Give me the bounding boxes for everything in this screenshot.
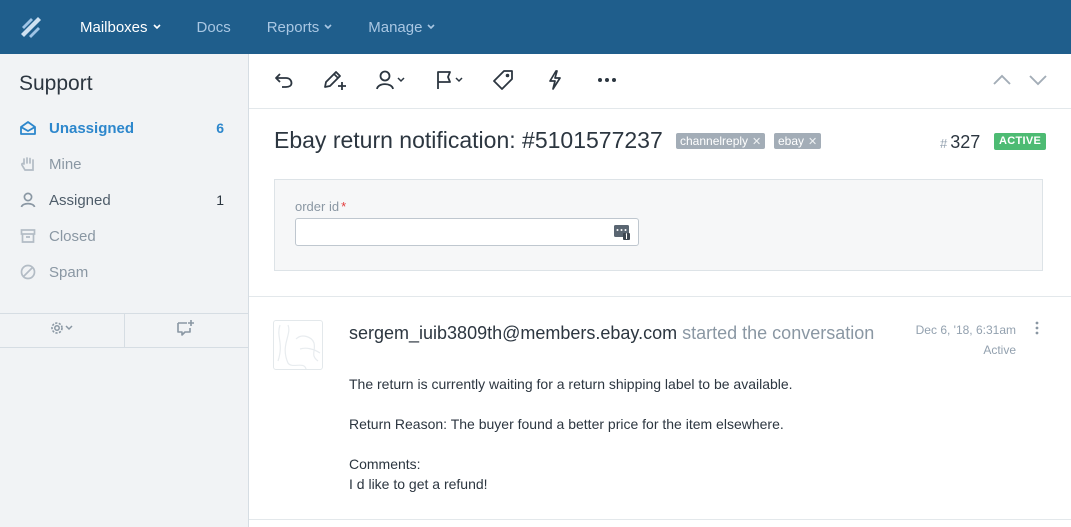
nav-reports[interactable]: Reports	[249, 0, 351, 54]
folder-mine[interactable]: Mine	[0, 146, 248, 182]
folder-unassigned[interactable]: Unassigned 6	[0, 110, 248, 146]
remove-tag-icon[interactable]: ✕	[808, 136, 817, 148]
folder-spam-label: Spam	[49, 263, 89, 281]
chevron-down-icon	[427, 24, 436, 30]
order-id-input[interactable]	[295, 218, 639, 246]
assign-icon	[375, 69, 407, 96]
thread-menu-button[interactable]	[1031, 321, 1043, 340]
message-timestamp[interactable]: Dec 6, '18, 6:31am	[890, 323, 1016, 337]
conversation-toolbar	[249, 54, 1071, 109]
customer-avatar[interactable]	[273, 320, 323, 370]
tag-icon	[493, 69, 515, 96]
status-badge[interactable]: ACTIVE	[994, 133, 1047, 150]
next-conversation-button[interactable]	[1028, 69, 1048, 95]
new-conversation-button[interactable]	[123, 314, 249, 347]
chevron-down-icon	[152, 24, 161, 30]
mailbox-title: Support	[19, 72, 93, 95]
helpscout-logo-icon[interactable]	[0, 0, 62, 54]
block-icon	[19, 263, 37, 281]
chevron-down-icon	[324, 24, 332, 30]
new-conversation-icon	[176, 319, 196, 342]
archive-icon	[19, 227, 37, 245]
tag-button[interactable]	[493, 69, 515, 95]
hand-icon	[19, 155, 37, 173]
reply-icon	[273, 69, 295, 96]
top-navigation: Mailboxes Docs Reports Manage	[0, 0, 1071, 54]
more-actions-button[interactable]	[597, 69, 617, 95]
order-id-label: order id *	[295, 199, 346, 214]
reply-button[interactable]	[273, 69, 295, 95]
folder-assigned-label: Assigned	[49, 191, 111, 209]
workflow-button[interactable]	[546, 69, 564, 95]
tag-ebay[interactable]: ebay ✕	[774, 133, 822, 149]
lightning-icon	[546, 69, 564, 96]
assign-button[interactable]	[375, 69, 407, 95]
conversation-number-value: 327	[950, 132, 981, 152]
folder-unassigned-count: 6	[216, 120, 224, 136]
message-line: The return is currently waiting for a re…	[349, 376, 793, 392]
section-divider	[249, 296, 1071, 297]
folder-unassigned-label: Unassigned	[49, 119, 135, 137]
tag-channelreply[interactable]: channelreply ✕	[676, 133, 766, 149]
conversation-subject: Ebay return notification: #5101577237	[274, 127, 663, 153]
folder-spam[interactable]: Spam	[0, 254, 248, 290]
message-line: Return Reason: The buyer found a better …	[349, 416, 784, 432]
nav-reports-label: Reports	[266, 18, 320, 36]
conversation-number: #327	[940, 132, 980, 153]
mailbox-settings-button[interactable]	[0, 314, 124, 347]
nav-mailboxes-label: Mailboxes	[80, 18, 148, 36]
flag-button[interactable]	[435, 69, 467, 95]
sidebar-footer	[0, 313, 248, 348]
message-line: Comments:	[349, 456, 421, 472]
folder-list: Unassigned 6 Mine Assigned 1 Closed Spam	[0, 110, 248, 290]
required-mark: *	[341, 199, 347, 214]
message-status: Active	[983, 343, 1016, 357]
nav-mailboxes[interactable]: Mailboxes	[62, 0, 179, 54]
custom-fields-panel: order id *	[274, 179, 1043, 271]
author-email[interactable]: sergem_iuib3809th@members.ebay.com	[349, 323, 677, 343]
nav-docs-label: Docs	[196, 18, 231, 36]
conversation-number-prefix: #	[940, 136, 948, 151]
gear-icon	[50, 320, 74, 341]
add-note-button[interactable]	[322, 69, 348, 95]
order-id-label-text: order id	[295, 199, 340, 214]
previous-conversation-button[interactable]	[992, 69, 1012, 95]
folder-assigned-count: 1	[216, 192, 224, 208]
more-icon	[597, 69, 617, 96]
folder-closed[interactable]: Closed	[0, 218, 248, 254]
vertical-more-icon	[1035, 321, 1039, 340]
folder-assigned[interactable]: Assigned 1	[0, 182, 248, 218]
flag-icon	[435, 69, 467, 96]
thread-divider	[249, 519, 1071, 520]
folder-closed-label: Closed	[49, 227, 96, 245]
nav-manage-label: Manage	[368, 18, 423, 36]
chevron-up-icon	[992, 69, 1012, 96]
mailbox-sidebar: Support Unassigned 6 Mine Assigned 1 Clo…	[0, 54, 249, 527]
message-line: I d like to get a refund!	[349, 476, 488, 492]
inbox-icon	[19, 119, 37, 137]
nav-docs[interactable]: Docs	[179, 0, 249, 54]
note-icon	[322, 69, 348, 96]
user-icon	[19, 191, 37, 209]
thread-author-line: sergem_iuib3809th@members.ebay.com start…	[349, 323, 889, 344]
tag-label: channelreply	[680, 134, 749, 148]
tag-label: ebay	[778, 134, 805, 148]
thread-action-text: started the conversation	[682, 323, 875, 343]
chevron-down-icon	[1028, 69, 1048, 96]
folder-mine-label: Mine	[49, 155, 82, 173]
number-keypad-icon	[613, 224, 631, 245]
remove-tag-icon[interactable]: ✕	[752, 136, 761, 148]
nav-manage[interactable]: Manage	[350, 0, 453, 54]
